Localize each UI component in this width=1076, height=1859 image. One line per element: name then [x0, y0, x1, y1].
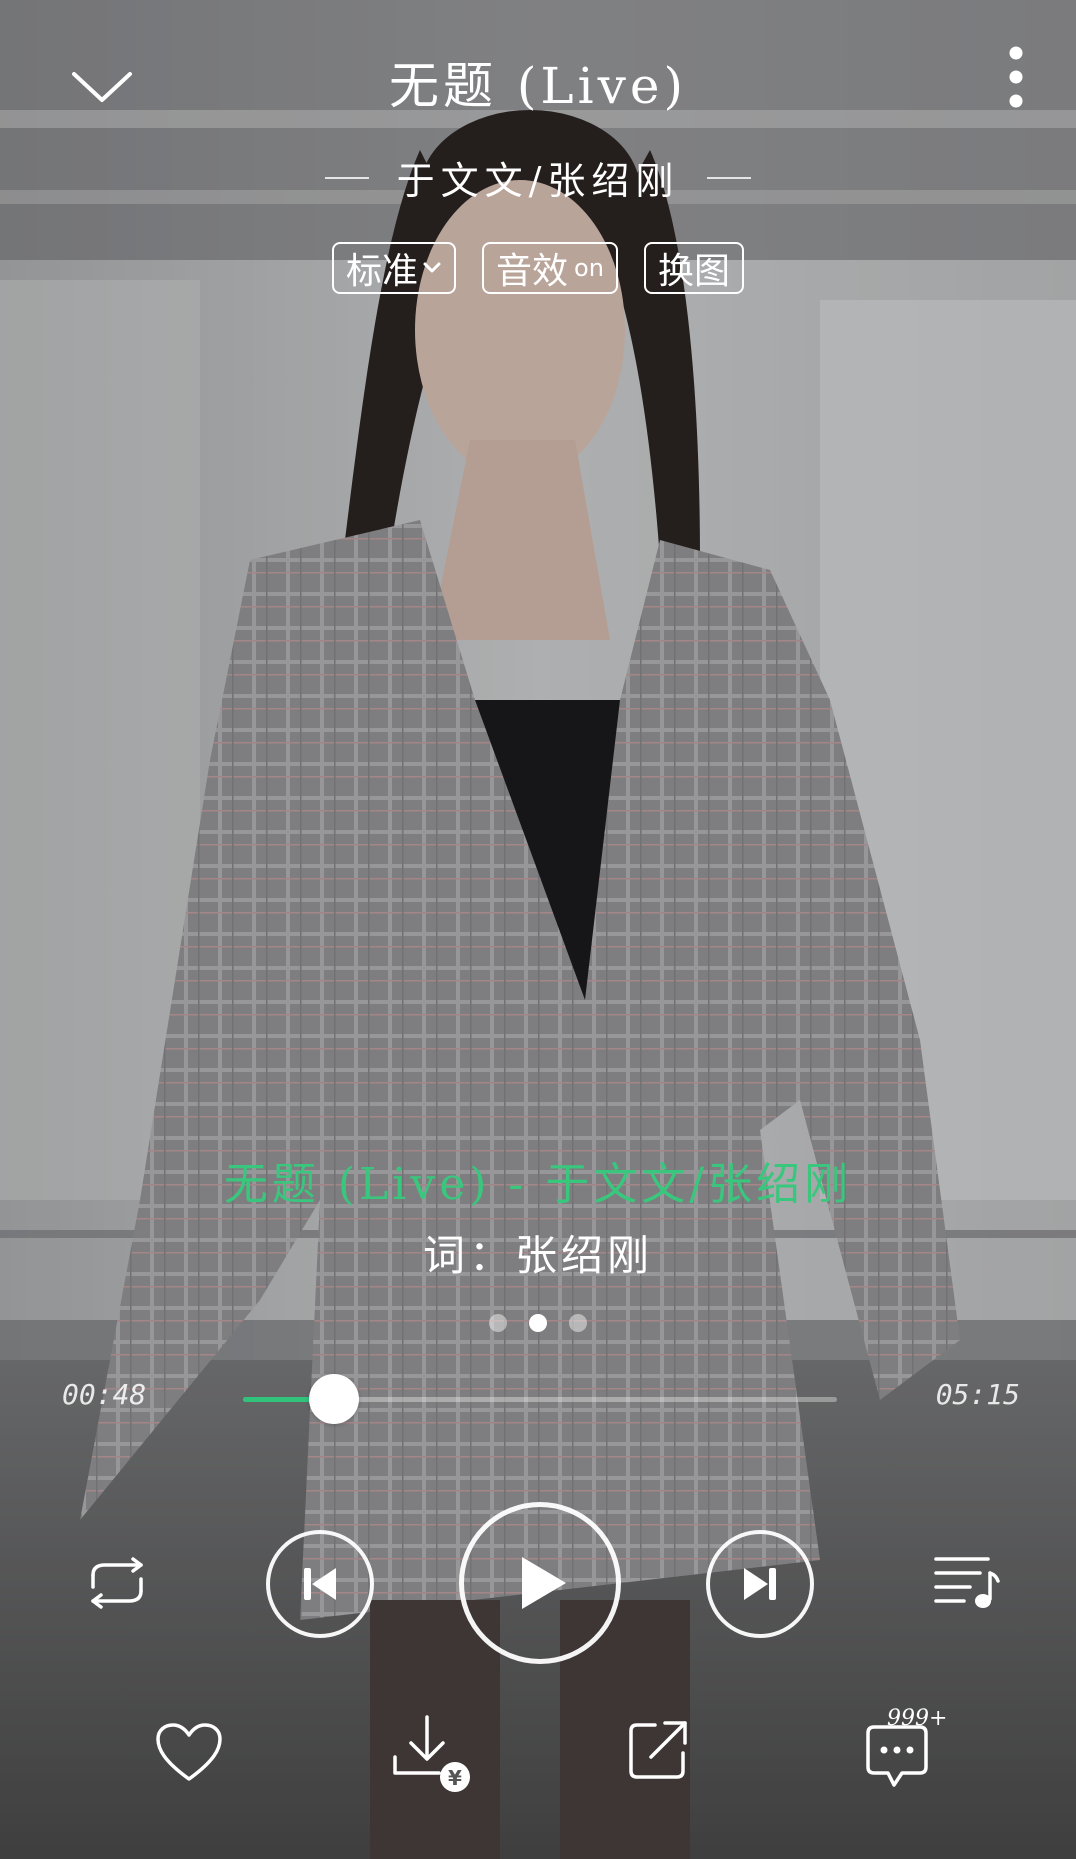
sound-effect-label: 音效: [496, 251, 569, 292]
skip-previous-icon: [304, 1568, 336, 1600]
song-title: 无题 (Live): [389, 57, 687, 115]
sound-effect-state: on: [574, 254, 604, 282]
artist-name[interactable]: 于文文/张绍刚: [397, 150, 680, 205]
skip-next-icon: [744, 1568, 776, 1600]
progress-bar[interactable]: [243, 1374, 837, 1424]
page-dot[interactable]: [489, 1314, 507, 1332]
lyric-line-next[interactable]: 词：张绍刚: [0, 1222, 1076, 1283]
artist-divider-left: [324, 176, 369, 179]
progress-thumb[interactable]: [308, 1374, 359, 1424]
download-button[interactable]: ¥: [382, 1706, 482, 1802]
chevron-down-icon: [423, 262, 441, 273]
playlist-button[interactable]: [924, 1546, 1008, 1618]
share-button[interactable]: [620, 1712, 696, 1788]
elapsed-time: 00:48: [62, 1378, 147, 1411]
quality-label: 标准: [346, 251, 419, 292]
quality-select-button[interactable]: 标准: [332, 242, 457, 294]
next-track-button[interactable]: [706, 1530, 814, 1638]
artist-divider-right: [707, 176, 752, 179]
audio-options-row: 标准 音效 on 换图: [0, 242, 1076, 294]
repeat-mode-button[interactable]: [72, 1548, 162, 1618]
comment-count-badge: 999+: [887, 1706, 948, 1731]
heart-icon: [156, 1723, 222, 1781]
page-dot-active[interactable]: [529, 1314, 547, 1332]
previous-track-button[interactable]: [266, 1530, 374, 1638]
paid-download-icon: ¥: [393, 1715, 470, 1792]
change-image-label: 换图: [657, 251, 730, 292]
sound-effect-button[interactable]: 音效 on: [482, 242, 618, 294]
share-icon: [629, 1721, 687, 1779]
play-button[interactable]: [459, 1502, 621, 1664]
play-icon: [522, 1557, 566, 1609]
page-dot[interactable]: [569, 1314, 587, 1332]
artist-line: 于文文/张绍刚: [0, 150, 1076, 205]
change-image-button[interactable]: 换图: [643, 242, 744, 294]
loop-icon: [91, 1557, 143, 1609]
more-vertical-icon: [1009, 46, 1023, 108]
player-screen: 无题 (Live) 于文文/张绍刚 标准 音效 on 换图 无题 (Live) …: [0, 0, 1076, 1859]
total-time: 05:15: [935, 1378, 1020, 1411]
more-options-button[interactable]: [996, 32, 1036, 122]
favorite-button[interactable]: [148, 1714, 230, 1790]
svg-text:¥: ¥: [448, 1766, 462, 1790]
page-indicator: [0, 1314, 1076, 1332]
lyric-line-current[interactable]: 无题 (Live) - 于文文/张绍刚: [0, 1148, 1076, 1212]
playlist-icon: [934, 1557, 1000, 1608]
